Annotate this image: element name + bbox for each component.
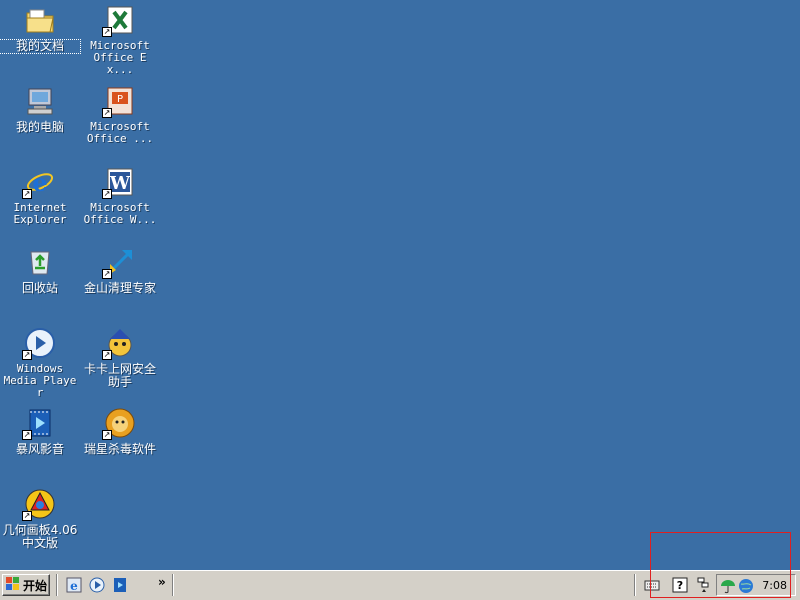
svg-text:e: e — [70, 579, 78, 593]
internet-explorer-icon: e ↗ — [22, 166, 56, 199]
desktop-icon-kaka[interactable]: ↗ 卡卡上网安全 助手 — [80, 327, 160, 389]
desktop-icon-kingsoft-cleaner[interactable]: ↗ 金山清理专家 — [80, 246, 160, 295]
kaka-assistant-icon: ↗ — [102, 327, 136, 360]
start-button[interactable]: 开始 — [2, 574, 50, 596]
media-player-icon: ↗ — [22, 327, 56, 360]
desktop-icon-label: 瑞星杀毒软件 — [83, 442, 156, 456]
desktop-icon-internet-explorer[interactable]: e ↗ Internet Explorer — [0, 166, 80, 226]
desktop-icon-powerpoint[interactable]: P ↗ Microsoft Office ... — [80, 85, 160, 145]
umbrella-icon[interactable] — [720, 578, 736, 594]
shortcut-arrow-icon: ↗ — [102, 108, 112, 118]
globe-icon[interactable] — [738, 578, 754, 594]
clock[interactable]: 7:08 — [762, 579, 787, 592]
shortcut-arrow-icon: ↗ — [22, 350, 32, 360]
keyboard-icon[interactable] — [644, 577, 660, 593]
powerpoint-icon: P ↗ — [102, 85, 136, 118]
folder-documents-icon — [24, 4, 56, 36]
shortcut-arrow-icon: ↗ — [102, 189, 112, 199]
network-icon[interactable] — [696, 577, 712, 593]
desktop-icon-label: Microsoft Office W... — [83, 201, 157, 226]
desktop-icon-my-computer[interactable]: 我的电脑 — [0, 85, 80, 134]
desktop-icon-label: Internet Explorer — [13, 201, 67, 226]
svg-text:?: ? — [677, 579, 683, 592]
shortcut-arrow-icon: ↗ — [102, 27, 112, 37]
system-tray: 7:08 — [716, 574, 796, 596]
desktop-icon-baofeng[interactable]: ↗ 暴风影音 — [0, 407, 80, 456]
desktop-icon-label: Microsoft Office ... — [86, 120, 154, 145]
shortcut-arrow-icon: ↗ — [22, 430, 32, 440]
desktop-icon-label: Microsoft Office Ex... — [90, 39, 150, 76]
taskbar: 开始 e » ? 7:08 — [0, 570, 800, 600]
word-icon: W ↗ — [102, 166, 136, 199]
shortcut-arrow-icon: ↗ — [102, 430, 112, 440]
taskbar-separator — [634, 574, 636, 596]
internet-explorer-icon[interactable]: e — [66, 577, 82, 593]
desktop-icon-geometry-sketchpad[interactable]: ↗ 几何画板4.06 中文版 — [0, 488, 80, 550]
shortcut-arrow-icon: ↗ — [22, 511, 32, 521]
desktop-icon-excel[interactable]: ↗ Microsoft Office Ex... — [80, 4, 160, 76]
recycle-bin-icon — [24, 246, 56, 278]
computer-icon — [24, 85, 56, 117]
desktop-icon-label: 暴风影音 — [15, 442, 64, 456]
quick-launch-chevron[interactable]: » — [158, 575, 166, 589]
desktop-icon-label: 回收站 — [21, 281, 58, 295]
desktop-icon-my-documents[interactable]: 我的文档 — [0, 4, 81, 54]
baofeng-player-icon[interactable] — [112, 577, 128, 593]
windows-logo-icon — [6, 576, 20, 594]
excel-icon: ↗ — [102, 4, 136, 37]
desktop-icon-label: 金山清理专家 — [83, 281, 156, 295]
svg-text:P: P — [117, 94, 123, 105]
desktop-icon-recycle-bin[interactable]: 回收站 — [0, 246, 80, 295]
shortcut-arrow-icon: ↗ — [102, 269, 112, 279]
desktop-icon-label: 我的文档 — [0, 39, 81, 54]
help-icon[interactable]: ? — [672, 577, 688, 593]
taskbar-separator — [56, 574, 58, 596]
desktop-icon-label: Windows Media Player — [3, 362, 77, 399]
baofeng-player-icon: ↗ — [22, 407, 56, 440]
desktop-icon-label: 几何画板4.06 中文版 — [2, 523, 78, 550]
geometry-sketchpad-icon: ↗ — [22, 488, 56, 521]
desktop-icon-rising[interactable]: ↗ 瑞星杀毒软件 — [80, 407, 160, 456]
rising-antivirus-icon: ↗ — [102, 407, 136, 440]
media-player-icon[interactable] — [89, 577, 105, 593]
shortcut-arrow-icon: ↗ — [22, 189, 32, 199]
desktop-icon-windows-media-player[interactable]: ↗ Windows Media Player — [0, 327, 80, 399]
desktop-icon-word[interactable]: W ↗ Microsoft Office W... — [80, 166, 160, 226]
start-label: 开始 — [23, 578, 48, 593]
desktop-icon-label: 卡卡上网安全 助手 — [83, 362, 156, 389]
kingsoft-cleaner-icon: ↗ — [102, 246, 136, 279]
taskbar-separator — [172, 574, 174, 596]
shortcut-arrow-icon: ↗ — [102, 350, 112, 360]
svg-text:e: e — [32, 168, 47, 197]
desktop-icon-label: 我的电脑 — [15, 120, 64, 134]
svg-text:W: W — [109, 173, 131, 194]
desktop: 我的文档 我的电脑 e ↗ Internet Explorer 回收站 ↗ Wi… — [0, 0, 800, 570]
